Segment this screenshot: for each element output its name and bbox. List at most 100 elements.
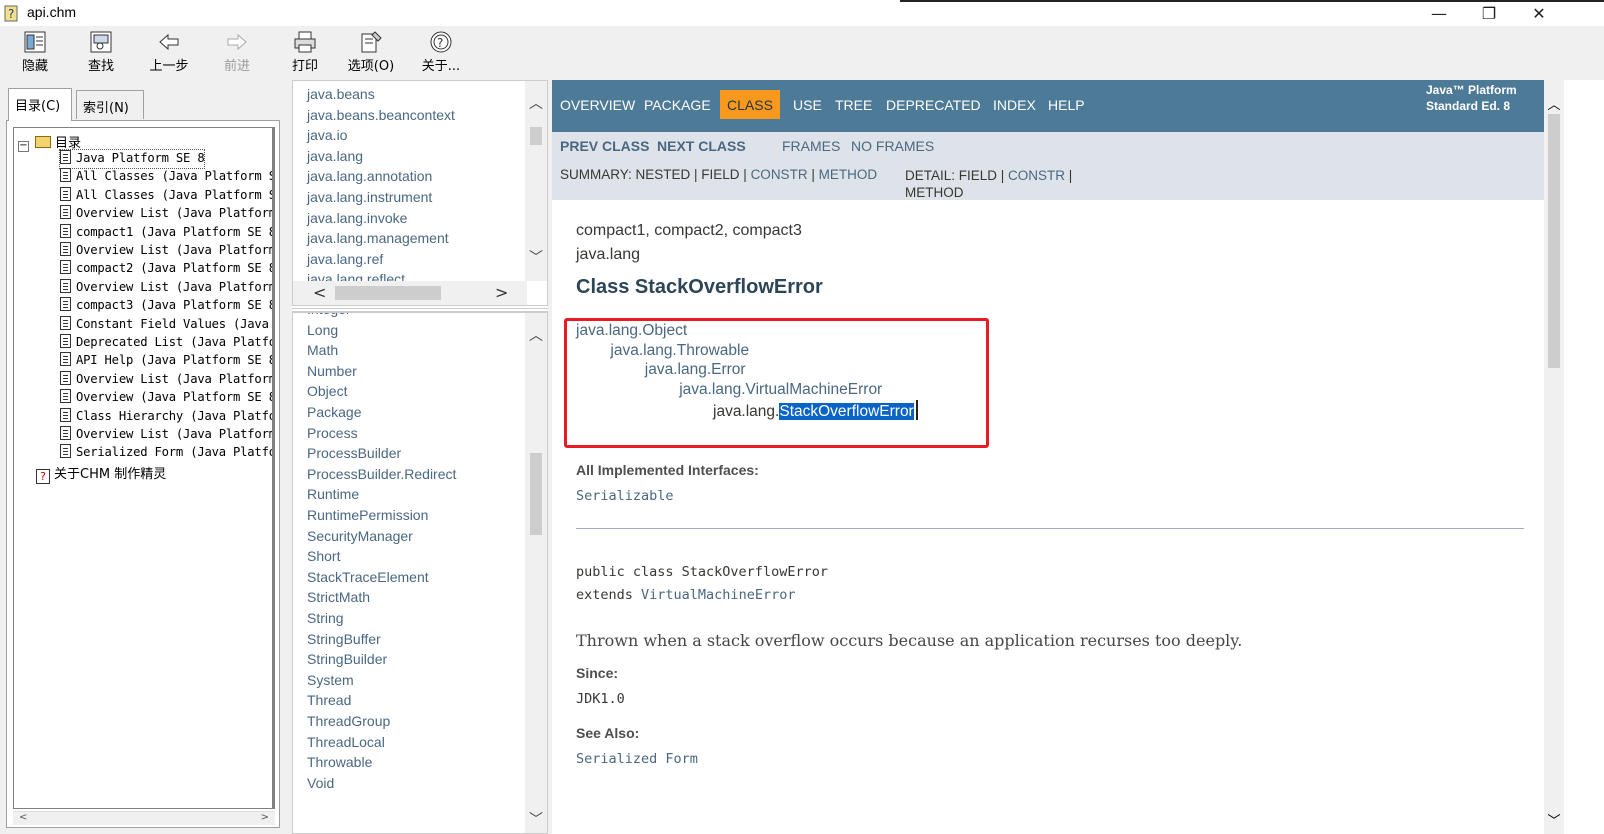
collapse-icon[interactable]: −	[18, 141, 29, 152]
class-link[interactable]: Object	[307, 383, 347, 399]
hierarchy-item[interactable]: java.lang.Error	[645, 361, 746, 379]
class-link[interactable]: Package	[307, 404, 361, 420]
content-scrollbar[interactable]: ︿ ﹀	[1544, 80, 1564, 834]
package-link[interactable]: java.beans.beancontext	[307, 107, 455, 123]
hierarchy-root[interactable]: java.lang.Object	[576, 322, 687, 340]
serialized-form-link[interactable]: Serialized Form	[576, 751, 698, 767]
nav-tree[interactable]: TREE	[835, 97, 872, 113]
detail-method-link[interactable]: METHOD	[905, 185, 964, 200]
package-link[interactable]: java.beans	[307, 86, 375, 102]
class-link[interactable]: ProcessBuilder	[307, 445, 401, 461]
tab-contents[interactable]: 目录(C)	[8, 88, 72, 121]
scroll-right-icon[interactable]: >	[495, 283, 508, 302]
serializable-link[interactable]: Serializable	[576, 488, 674, 504]
package-list-horizontal-scrollbar[interactable]: < >	[293, 281, 527, 305]
restore-button[interactable]: ❐	[1464, 0, 1514, 26]
no-frames-link[interactable]: NO FRAMES	[851, 138, 934, 154]
nav-help[interactable]: HELP	[1048, 97, 1085, 113]
class-link[interactable]: Throwable	[307, 754, 372, 770]
scroll-thumb[interactable]	[530, 127, 542, 145]
tree-item[interactable]: All Classes (Java Platform S	[60, 186, 272, 205]
class-link[interactable]: StackTraceElement	[307, 569, 429, 585]
tree-item[interactable]: compact3 (Java Platform SE 8	[60, 297, 272, 315]
scroll-thumb[interactable]	[1548, 114, 1560, 368]
class-link[interactable]: Number	[307, 363, 357, 379]
class-link[interactable]: StringBuilder	[307, 651, 387, 667]
nav-package[interactable]: PACKAGE	[644, 97, 711, 113]
tree-item[interactable]: compact1 (Java Platform SE 8	[60, 223, 272, 242]
tree-horizontal-scrollbar[interactable]: < >	[13, 811, 275, 825]
tree-item[interactable]: Overview (Java Platform SE 8	[60, 389, 272, 407]
package-link[interactable]: java.lang.invoke	[307, 210, 407, 226]
tree-item[interactable]: Overview List (Java Platform	[60, 278, 272, 297]
class-link[interactable]: StrictMath	[307, 589, 370, 605]
tree-item[interactable]: Overview List (Java Platform	[60, 205, 272, 223]
tree-item[interactable]: Serialized Form (Java Platfo	[60, 444, 272, 462]
class-link[interactable]: ProcessBuilder.Redirect	[307, 466, 456, 482]
class-link[interactable]: Void	[307, 775, 334, 791]
package-link[interactable]: java.lang.management	[307, 230, 449, 246]
package-list-scrollbar[interactable]: ︿ ﹀	[525, 81, 547, 281]
print-button[interactable]: 打印	[274, 28, 336, 76]
prev-class-link[interactable]: PREV CLASS	[560, 138, 649, 154]
class-link[interactable]: Process	[307, 425, 358, 441]
class-link[interactable]: System	[307, 672, 354, 688]
class-link[interactable]: ThreadLocal	[307, 734, 385, 750]
class-link[interactable]: String	[307, 610, 344, 626]
frames-link[interactable]: FRAMES	[782, 138, 840, 154]
class-link[interactable]: ThreadGroup	[307, 713, 390, 729]
tree-item[interactable]: All Classes (Java Platform S	[60, 168, 272, 186]
find-button[interactable]: 查找	[70, 28, 132, 76]
hide-button[interactable]: 隐藏	[4, 28, 66, 76]
class-link[interactable]: Thread	[307, 692, 351, 708]
package-link[interactable]: java.lang.annotation	[307, 168, 432, 184]
summary-constr-link[interactable]: CONSTR	[751, 167, 808, 182]
summary-method-link[interactable]: METHOD	[819, 167, 878, 182]
scroll-thumb[interactable]	[335, 286, 441, 300]
scroll-thumb[interactable]	[530, 453, 542, 535]
about-button[interactable]: ? 关于...	[410, 28, 472, 76]
scroll-up-icon[interactable]: ︿	[525, 93, 547, 113]
scroll-left-icon[interactable]: <	[313, 283, 326, 302]
tree-root[interactable]: − 目录	[18, 132, 81, 152]
package-link[interactable]: java.lang.instrument	[307, 189, 432, 205]
nav-index[interactable]: INDEX	[993, 97, 1036, 113]
tree-item[interactable]: API Help (Java Platform SE 8	[60, 352, 272, 370]
scroll-down-icon[interactable]: ﹀	[1544, 810, 1564, 829]
tree-item[interactable]: Class Hierarchy (Java Platfo	[60, 407, 272, 426]
tab-index[interactable]: 索引(N)	[76, 90, 144, 119]
class-link[interactable]: RuntimePermission	[307, 507, 428, 523]
nav-deprecated[interactable]: DEPRECATED	[886, 97, 981, 113]
nav-use[interactable]: USE	[793, 97, 822, 113]
options-button[interactable]: 选项(O)	[340, 28, 402, 76]
superclass-link[interactable]: VirtualMachineError	[641, 587, 795, 603]
class-link[interactable]: Math	[307, 342, 338, 358]
class-link[interactable]: Runtime	[307, 486, 359, 502]
class-link[interactable]: Integer	[307, 313, 351, 317]
hierarchy-item[interactable]: java.lang.VirtualMachineError	[679, 381, 882, 399]
scroll-left-icon[interactable]: <	[19, 812, 27, 823]
tree-item[interactable]: Overview List (Java Platform	[60, 242, 272, 260]
class-link[interactable]: Long	[307, 322, 338, 338]
scroll-up-icon[interactable]: ︿	[525, 325, 547, 345]
hierarchy-item[interactable]: java.lang.Throwable	[610, 342, 749, 360]
class-link[interactable]: Short	[307, 548, 340, 564]
back-button[interactable]: 上一步	[138, 28, 200, 76]
close-button[interactable]: ✕	[1514, 0, 1564, 26]
package-link[interactable]: java.lang	[307, 148, 363, 164]
tree-item[interactable]: compact2 (Java Platform SE 8	[60, 260, 272, 278]
detail-constr-link[interactable]: CONSTR	[1008, 168, 1065, 183]
tree-item[interactable]: Constant Field Values (Java	[60, 315, 269, 334]
tree-item[interactable]: Overview List (Java Platform	[60, 370, 272, 389]
tree-item[interactable]: Overview List (Java Platform	[60, 426, 272, 444]
tree-item-about[interactable]: ? 关于CHM 制作精灵	[36, 463, 166, 484]
next-class-link[interactable]: NEXT CLASS	[657, 138, 746, 154]
scroll-up-icon[interactable]: ︿	[1544, 94, 1564, 113]
class-link[interactable]: SecurityManager	[307, 528, 413, 544]
package-link[interactable]: java.lang.ref	[307, 251, 383, 267]
class-link[interactable]: StringBuffer	[307, 631, 381, 647]
minimize-button[interactable]: —	[1414, 0, 1464, 26]
nav-overview[interactable]: OVERVIEW	[560, 97, 635, 113]
scroll-down-icon[interactable]: ﹀	[525, 809, 547, 829]
package-link[interactable]: java.io	[307, 127, 347, 143]
